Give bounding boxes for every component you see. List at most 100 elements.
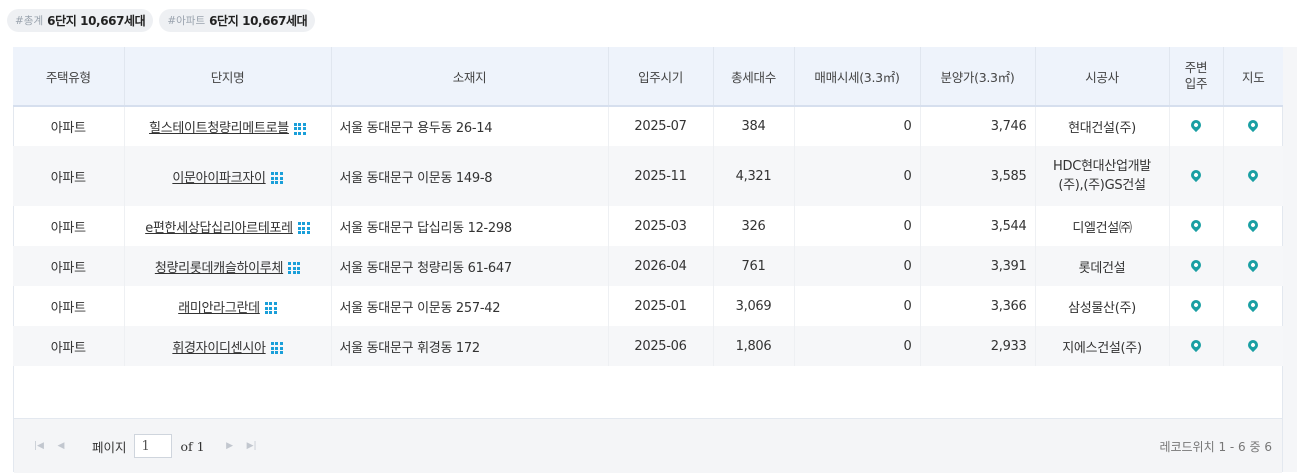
grid-dots-icon[interactable] bbox=[288, 262, 301, 274]
table-row[interactable]: 아파트 래미안라그란데 서울 동대문구 이문동 257-42 2025-01 3,069… bbox=[13, 286, 1283, 326]
map-pin-icon[interactable] bbox=[1246, 117, 1261, 133]
cell-name: 래미안라그란데 bbox=[124, 286, 332, 326]
header-row: 주택유형 단지명 소재지 입주시기 총세대수 매매시세(3.3㎡) 분양가(3.… bbox=[13, 47, 1283, 107]
cell-builder: HDC현대산업개발(주),(주)GS건설 bbox=[1035, 146, 1170, 206]
cell-nearby bbox=[1169, 146, 1224, 206]
col-move-in[interactable]: 입주시기 bbox=[608, 47, 714, 107]
cell-map bbox=[1223, 106, 1283, 146]
map-pin-icon[interactable] bbox=[1246, 297, 1261, 312]
cell-presale-price: 3,366 bbox=[920, 286, 1036, 326]
cell-location: 서울 동대문구 이문동 149-8 bbox=[331, 146, 609, 206]
col-location[interactable]: 소재지 bbox=[331, 47, 609, 107]
complex-name-link[interactable]: 청량리롯데캐슬하이루체 bbox=[155, 261, 284, 276]
map-pin-icon[interactable] bbox=[1246, 257, 1261, 272]
nearby-pin-icon[interactable] bbox=[1188, 167, 1204, 182]
cell-map bbox=[1223, 326, 1283, 366]
grid-dots-icon[interactable] bbox=[297, 222, 310, 234]
cell-households: 326 bbox=[713, 206, 795, 246]
col-map[interactable]: 지도 bbox=[1223, 47, 1283, 107]
nearby-pin-icon[interactable] bbox=[1188, 217, 1204, 232]
col-households[interactable]: 총세대수 bbox=[713, 47, 795, 107]
cell-sale-price: 0 bbox=[794, 246, 921, 286]
cell-type: 아파트 bbox=[13, 146, 125, 206]
vertical-scrollbar[interactable] bbox=[1283, 47, 1297, 472]
nearby-pin-icon[interactable] bbox=[1188, 337, 1204, 352]
cell-type: 아파트 bbox=[13, 326, 125, 366]
cell-sale-price: 0 bbox=[794, 286, 921, 326]
map-pin-icon[interactable] bbox=[1246, 337, 1261, 352]
cell-presale-price: 2,933 bbox=[920, 326, 1036, 366]
cell-name: 힐스테이트청량리메트로블 bbox=[124, 106, 332, 146]
cell-presale-price: 3,544 bbox=[920, 206, 1036, 246]
page-label: 페이지 bbox=[92, 439, 127, 455]
page-number-input[interactable] bbox=[133, 434, 172, 458]
complex-name-link[interactable]: 이문아이파크자이 bbox=[172, 171, 266, 186]
cell-location: 서울 동대문구 휘경동 172 bbox=[331, 326, 609, 366]
col-presale-price[interactable]: 분양가(3.3㎡) bbox=[920, 47, 1036, 107]
cell-map bbox=[1223, 246, 1283, 286]
table-row[interactable]: 아파트 e편한세상답십리아르테포레 서울 동대문구 답십리동 12-298 2025-… bbox=[13, 206, 1283, 246]
cell-type: 아파트 bbox=[13, 286, 125, 326]
col-type[interactable]: 주택유형 bbox=[13, 47, 125, 107]
total-value: 6단지 10,667세대 bbox=[47, 14, 146, 28]
table-row[interactable]: 아파트 이문아이파크자이 서울 동대문구 이문동 149-8 2025-11 4,321… bbox=[13, 146, 1283, 206]
total-tag: #총계 bbox=[15, 15, 44, 27]
cell-households: 384 bbox=[713, 106, 795, 146]
cell-name: 청량리롯데캐슬하이루체 bbox=[124, 246, 332, 286]
total-chip: #총계 6단지 10,667세대 bbox=[7, 9, 154, 32]
apartment-tag: #아파트 bbox=[167, 15, 206, 27]
cell-presale-price: 3,391 bbox=[920, 246, 1036, 286]
cell-nearby bbox=[1169, 106, 1224, 146]
cell-map bbox=[1223, 206, 1283, 246]
complex-name-link[interactable]: 힐스테이트청량리메트로블 bbox=[149, 121, 289, 136]
cell-nearby bbox=[1169, 286, 1224, 326]
apartment-chip: #아파트 6단지 10,667세대 bbox=[159, 9, 316, 32]
cell-map bbox=[1223, 286, 1283, 326]
pagination-bar: |◀ ◀ 페이지 of 1 ▶ ▶| 레코드위치 1 - 6 중 6 bbox=[14, 418, 1282, 473]
grid-dots-icon[interactable] bbox=[264, 302, 277, 314]
cell-sale-price: 0 bbox=[794, 326, 921, 366]
cell-name: e편한세상답십리아르테포레 bbox=[124, 206, 332, 246]
apartment-value: 6단지 10,667세대 bbox=[209, 14, 308, 28]
grid-dots-icon[interactable] bbox=[270, 172, 283, 184]
table-row[interactable]: 아파트 청량리롯데캐슬하이루체 서울 동대문구 청량리동 61-647 2026-04… bbox=[13, 246, 1283, 286]
col-builder[interactable]: 시공사 bbox=[1035, 47, 1170, 107]
cell-sale-price: 0 bbox=[794, 106, 921, 146]
nearby-pin-icon[interactable] bbox=[1188, 117, 1204, 133]
prev-page-icon[interactable]: ◀ bbox=[50, 441, 72, 451]
complex-name-link[interactable]: 래미안라그란데 bbox=[178, 301, 260, 316]
cell-households: 3,069 bbox=[713, 286, 795, 326]
nearby-pin-icon[interactable] bbox=[1188, 257, 1204, 272]
cell-sale-price: 0 bbox=[794, 146, 921, 206]
col-name[interactable]: 단지명 bbox=[124, 47, 332, 107]
cell-nearby bbox=[1169, 246, 1224, 286]
first-page-icon[interactable]: |◀ bbox=[28, 441, 50, 451]
map-pin-icon[interactable] bbox=[1246, 167, 1261, 182]
cell-location: 서울 동대문구 청량리동 61-647 bbox=[331, 246, 609, 286]
table-row[interactable]: 아파트 휘경자이디센시아 서울 동대문구 휘경동 172 2025-06 1,806 0 2… bbox=[13, 326, 1283, 366]
col-nearby-line1: 주변 bbox=[1184, 60, 1208, 75]
last-page-icon[interactable]: ▶| bbox=[241, 441, 263, 451]
cell-type: 아파트 bbox=[13, 206, 125, 246]
complex-name-link[interactable]: 휘경자이디센시아 bbox=[172, 341, 266, 356]
cell-move-in: 2025-06 bbox=[608, 326, 714, 366]
cell-name: 이문아이파크자이 bbox=[124, 146, 332, 206]
map-pin-icon[interactable] bbox=[1246, 217, 1261, 232]
cell-builder: 디엘건설㈜ bbox=[1035, 206, 1170, 246]
col-sale-price[interactable]: 매매시세(3.3㎡) bbox=[794, 47, 921, 107]
col-nearby[interactable]: 주변 입주 bbox=[1169, 47, 1224, 107]
cell-sale-price: 0 bbox=[794, 206, 921, 246]
next-page-icon[interactable]: ▶ bbox=[219, 441, 241, 451]
complex-name-link[interactable]: e편한세상답십리아르테포레 bbox=[145, 221, 293, 236]
table-row[interactable]: 아파트 힐스테이트청량리메트로블 서울 동대문구 용두동 26-14 2025-07 3… bbox=[13, 106, 1283, 146]
cell-households: 761 bbox=[713, 246, 795, 286]
cell-move-in: 2025-07 bbox=[608, 106, 714, 146]
grid-dots-icon[interactable] bbox=[293, 122, 306, 135]
cell-move-in: 2025-11 bbox=[608, 146, 714, 206]
nearby-pin-icon[interactable] bbox=[1188, 297, 1204, 312]
cell-builder: 현대건설(주) bbox=[1035, 106, 1170, 146]
cell-nearby bbox=[1169, 206, 1224, 246]
cell-map bbox=[1223, 146, 1283, 206]
grid-dots-icon[interactable] bbox=[270, 342, 283, 354]
record-info: 레코드위치 1 - 6 중 6 bbox=[1159, 439, 1272, 454]
